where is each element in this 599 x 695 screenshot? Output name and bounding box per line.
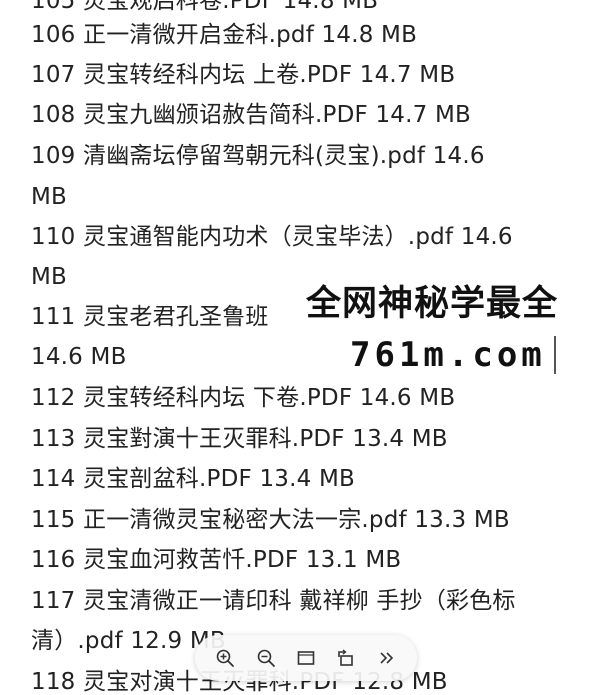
document-view: 105 灵宝观启科卷.PDF 14.8 MB 106 正一清微开启金科.pdf … [0,0,599,695]
viewer-toolbar [195,635,417,681]
file-line: 109 清幽斋坛停留驾朝元科(灵宝).pdf 14.6 [31,143,485,169]
file-line: 115 正一清微灵宝秘密大法一宗.pdf 13.3 MB [31,507,510,533]
watermark-title: 全网神秘学最全 [306,284,559,324]
watermark-domain: 761m.com [350,335,546,375]
file-line: MB [31,184,68,210]
file-line: 117 灵宝清微正一请印科 戴祥柳 手抄（彩色标 [31,588,516,614]
watermark: 全网神秘学最全 761m.com [298,276,599,384]
zoom-in-button[interactable] [212,645,238,671]
next-page-button[interactable] [374,645,400,671]
file-line: 14.6 MB [31,344,127,370]
file-line: 112 灵宝转经科内坛 下卷.PDF 14.6 MB [31,385,456,411]
zoom-out-icon [257,649,275,667]
zoom-in-icon [216,649,235,667]
file-line: 111 灵宝老君孔圣鲁班 [31,304,269,330]
file-line: 105 灵宝观启科卷.PDF 14.8 MB [31,0,379,14]
file-line: MB [31,264,68,290]
rotate-icon [338,649,354,666]
file-line: 107 灵宝转经科内坛 上卷.PDF 14.7 MB [31,62,456,88]
file-line: 116 灵宝血河救苦忏.PDF 13.1 MB [31,547,402,573]
file-line: 114 灵宝剖盆科.PDF 13.4 MB [31,466,355,492]
fit-page-button[interactable] [293,645,319,671]
next-page-icon [380,652,393,664]
file-line: 113 灵宝對演十王灭罪科.PDF 13.4 MB [31,426,448,452]
file-line: 106 正一清微开启金科.pdf 14.8 MB [31,22,418,48]
watermark-divider [554,336,556,374]
zoom-out-button[interactable] [253,645,279,671]
fit-page-icon [297,651,315,665]
file-line: 108 灵宝九幽颁诏赦告简科.PDF 14.7 MB [31,102,471,128]
file-line: 110 灵宝通智能内功术（灵宝毕法）.pdf 14.6 [31,224,513,250]
rotate-button[interactable] [333,645,359,671]
